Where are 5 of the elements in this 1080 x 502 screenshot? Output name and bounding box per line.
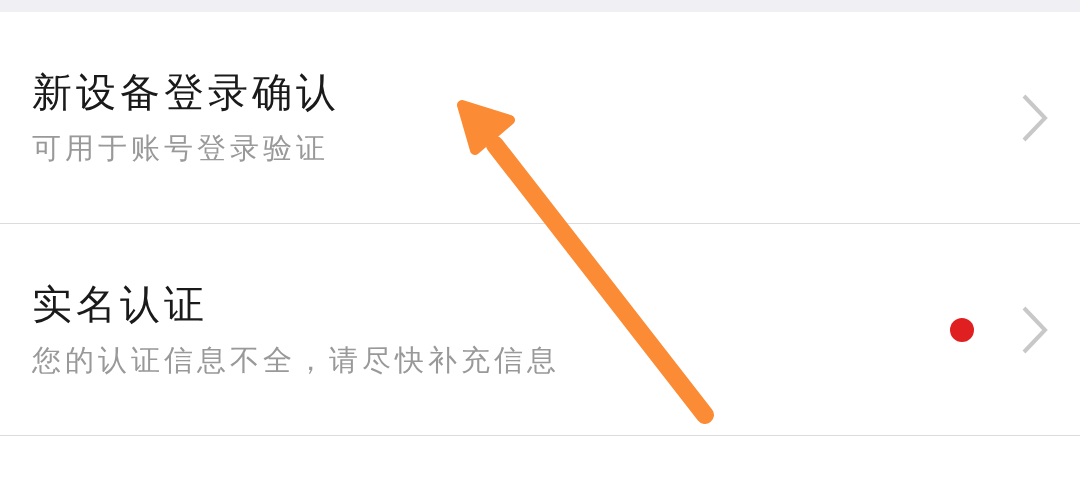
row-subtitle: 您的认证信息不全，请尽快补充信息 [32,346,561,375]
settings-row[interactable]: 实名认证 您的认证信息不全，请尽快补充信息 [0,224,1080,436]
row-title: 实名认证 [32,284,209,324]
row-subtitle: 可用于账号登录验证 [32,134,330,163]
row-title: 新设备登录确认 [32,72,341,112]
